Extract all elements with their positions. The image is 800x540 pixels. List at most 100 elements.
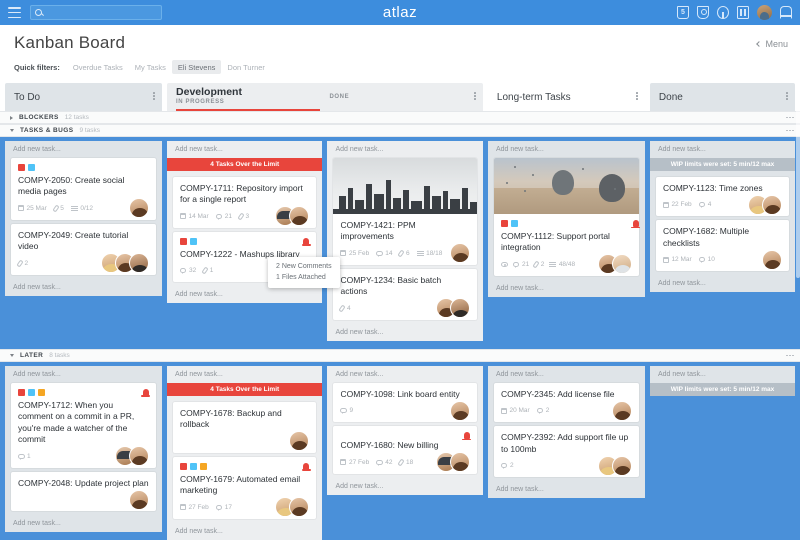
- add-new-task-button[interactable]: Add new task...: [327, 141, 482, 158]
- sub-column-done[interactable]: DONE: [320, 83, 473, 111]
- add-new-task-button-bottom[interactable]: Add new task...: [167, 523, 322, 540]
- lane-column-long-term-tasks[interactable]: Add new task... COMPY-2345: Add license …: [487, 365, 645, 499]
- lane-column-done[interactable]: Add new task... WIP limits were set: 5 m…: [649, 365, 795, 396]
- github-icon[interactable]: [717, 6, 729, 19]
- global-search[interactable]: [30, 5, 162, 20]
- avatar[interactable]: [449, 243, 470, 264]
- add-new-task-button-bottom[interactable]: Add new task...: [488, 280, 645, 297]
- add-new-task-button[interactable]: Add new task...: [5, 366, 162, 383]
- add-new-task-button-bottom[interactable]: Add new task...: [167, 286, 322, 303]
- avatar[interactable]: [611, 455, 632, 476]
- add-new-task-button-bottom[interactable]: Add new task...: [5, 515, 162, 532]
- avatar[interactable]: [289, 206, 310, 227]
- lane-column-long-term-tasks[interactable]: Add new task... COMPY-1112: Support port…: [487, 141, 645, 297]
- avatar[interactable]: [128, 489, 149, 510]
- search-input[interactable]: [46, 8, 157, 17]
- swimlane-header-tasks-bugs[interactable]: TASKS & BUGS 9 tasks: [0, 124, 800, 137]
- column-header-long-term-tasks[interactable]: Long-term Tasks: [487, 83, 645, 111]
- task-card[interactable]: COMPY-1680: New billing 27 Feb 42 18: [333, 426, 477, 474]
- board-icon[interactable]: [737, 6, 749, 19]
- notification-bell-icon[interactable]: [301, 237, 311, 246]
- lane-column-in-progress[interactable]: Add new task... 4 Tasks Over the Limit C…: [166, 365, 323, 540]
- task-card[interactable]: COMPY-1123: Time zones 22 Feb 4: [655, 177, 789, 217]
- user-avatar[interactable]: [757, 5, 772, 20]
- task-card[interactable]: COMPY-1098: Link board entity 9: [333, 382, 477, 423]
- filter-eli-stevens[interactable]: Eli Stevens: [171, 60, 222, 74]
- task-card[interactable]: COMPY-2392: Add support file up to 100mb…: [493, 426, 639, 478]
- task-card[interactable]: COMPY-1678: Backup and rollback: [172, 401, 317, 453]
- task-card[interactable]: COMPY-2050: Create social media pages 25…: [11, 158, 156, 220]
- add-new-task-button[interactable]: Add new task...: [5, 141, 162, 158]
- lane-column-done[interactable]: Add new task... WIP limits were set: 5 m…: [649, 141, 795, 293]
- column-menu-icon[interactable]: [636, 92, 638, 100]
- bell-icon[interactable]: [779, 6, 792, 19]
- column-header-development[interactable]: Development IN PROGRESS DONE: [167, 83, 483, 111]
- task-card[interactable]: COMPY-1679: Automated email marketing 27…: [172, 456, 317, 519]
- lane-column-to-do[interactable]: Add new task... COMPY-2050: Create socia…: [5, 141, 162, 296]
- lane-column-development-done[interactable]: Add new task... COMPY-1098: Link board e…: [327, 365, 483, 495]
- notification-bell-icon[interactable]: [631, 220, 641, 228]
- add-new-task-button[interactable]: Add new task...: [488, 141, 645, 158]
- task-card[interactable]: COMPY-2345: Add license file 20 Mar 2: [493, 382, 639, 423]
- task-card[interactable]: COMPY-1711: Repository import for a sing…: [172, 177, 317, 228]
- add-new-task-button[interactable]: Add new task...: [650, 366, 795, 383]
- task-card[interactable]: COMPY-1712: When you comment on a commit…: [11, 382, 156, 468]
- avatar[interactable]: [128, 198, 149, 219]
- column-header-to-do[interactable]: To Do: [5, 83, 163, 111]
- swimlane-header-blockers[interactable]: BLOCKERS 12 tasks: [0, 111, 800, 124]
- add-new-task-button-bottom[interactable]: Add new task...: [327, 324, 482, 341]
- add-new-task-button[interactable]: Add new task...: [488, 366, 645, 383]
- chevron-right-icon[interactable]: [10, 115, 13, 120]
- lane-column-to-do[interactable]: Add new task... COMPY-1712: When you com…: [5, 365, 162, 533]
- column-menu-icon[interactable]: [474, 92, 476, 100]
- swimlane-menu-icon[interactable]: [786, 129, 794, 132]
- notification-bell-icon[interactable]: [462, 432, 472, 441]
- task-card[interactable]: COMPY-1682: Multiple checklists 12 Mar 1…: [655, 220, 789, 272]
- avatar[interactable]: [611, 400, 632, 421]
- filter-my-tasks[interactable]: My Tasks: [129, 60, 172, 74]
- label-blue: [189, 237, 197, 245]
- filter-overdue-tasks[interactable]: Overdue Tasks: [67, 60, 129, 74]
- chevron-down-icon[interactable]: [10, 353, 14, 357]
- notification-bell-icon[interactable]: [141, 388, 151, 397]
- sub-column-in-progress[interactable]: Development IN PROGRESS: [176, 83, 321, 111]
- column-header-done[interactable]: Done: [649, 83, 795, 111]
- avatar[interactable]: [449, 400, 470, 421]
- swimlane-menu-icon[interactable]: [786, 354, 794, 357]
- avatar[interactable]: [762, 194, 782, 215]
- swimlane-menu-icon[interactable]: [786, 116, 794, 119]
- avatar[interactable]: [611, 254, 632, 275]
- chevron-down-icon[interactable]: [10, 129, 14, 132]
- add-new-task-button-bottom[interactable]: Add new task...: [5, 279, 162, 296]
- task-card[interactable]: COMPY-1112: Support portal integration 2…: [493, 158, 641, 276]
- column-menu-icon[interactable]: [153, 92, 156, 100]
- jira-icon[interactable]: [697, 6, 709, 19]
- add-new-task-button[interactable]: Add new task...: [327, 366, 482, 383]
- vertical-scrollbar[interactable]: [796, 108, 800, 278]
- add-new-task-button-bottom[interactable]: Add new task...: [650, 275, 795, 292]
- lane-column-development-done[interactable]: Add new task... COMPY-1421: PPM improvem…: [327, 141, 483, 341]
- task-card[interactable]: COMPY-2049: Create tutorial video 2: [11, 223, 156, 275]
- add-new-task-button-bottom[interactable]: Add new task...: [488, 481, 645, 498]
- task-card[interactable]: COMPY-2048: Update project plan: [11, 471, 156, 512]
- add-new-task-button[interactable]: Add new task...: [167, 141, 322, 158]
- menu-toggle[interactable]: Menu: [756, 39, 788, 49]
- add-new-task-button[interactable]: Add new task...: [650, 141, 795, 158]
- add-new-task-button[interactable]: Add new task...: [167, 366, 322, 383]
- swimlane-header-later[interactable]: LATER 8 tasks: [0, 348, 800, 362]
- avatar[interactable]: [289, 431, 310, 452]
- filter-don-turner[interactable]: Don Turner: [221, 60, 271, 74]
- notification-bell-icon[interactable]: [301, 462, 311, 471]
- avatar[interactable]: [128, 253, 149, 274]
- task-card[interactable]: COMPY-1421: PPM improvements 25 Feb 14 6…: [333, 158, 477, 265]
- html5-icon[interactable]: [677, 6, 689, 19]
- avatar[interactable]: [449, 298, 470, 319]
- add-new-task-button-bottom[interactable]: Add new task...: [327, 478, 482, 495]
- avatar[interactable]: [762, 249, 782, 270]
- avatar[interactable]: [449, 452, 470, 473]
- task-card[interactable]: COMPY-1234: Basic batch actions 4: [333, 268, 477, 320]
- avatar[interactable]: [289, 497, 310, 518]
- avatar[interactable]: [128, 446, 149, 467]
- column-menu-icon[interactable]: [786, 92, 788, 100]
- hamburger-menu-icon[interactable]: [8, 7, 21, 18]
